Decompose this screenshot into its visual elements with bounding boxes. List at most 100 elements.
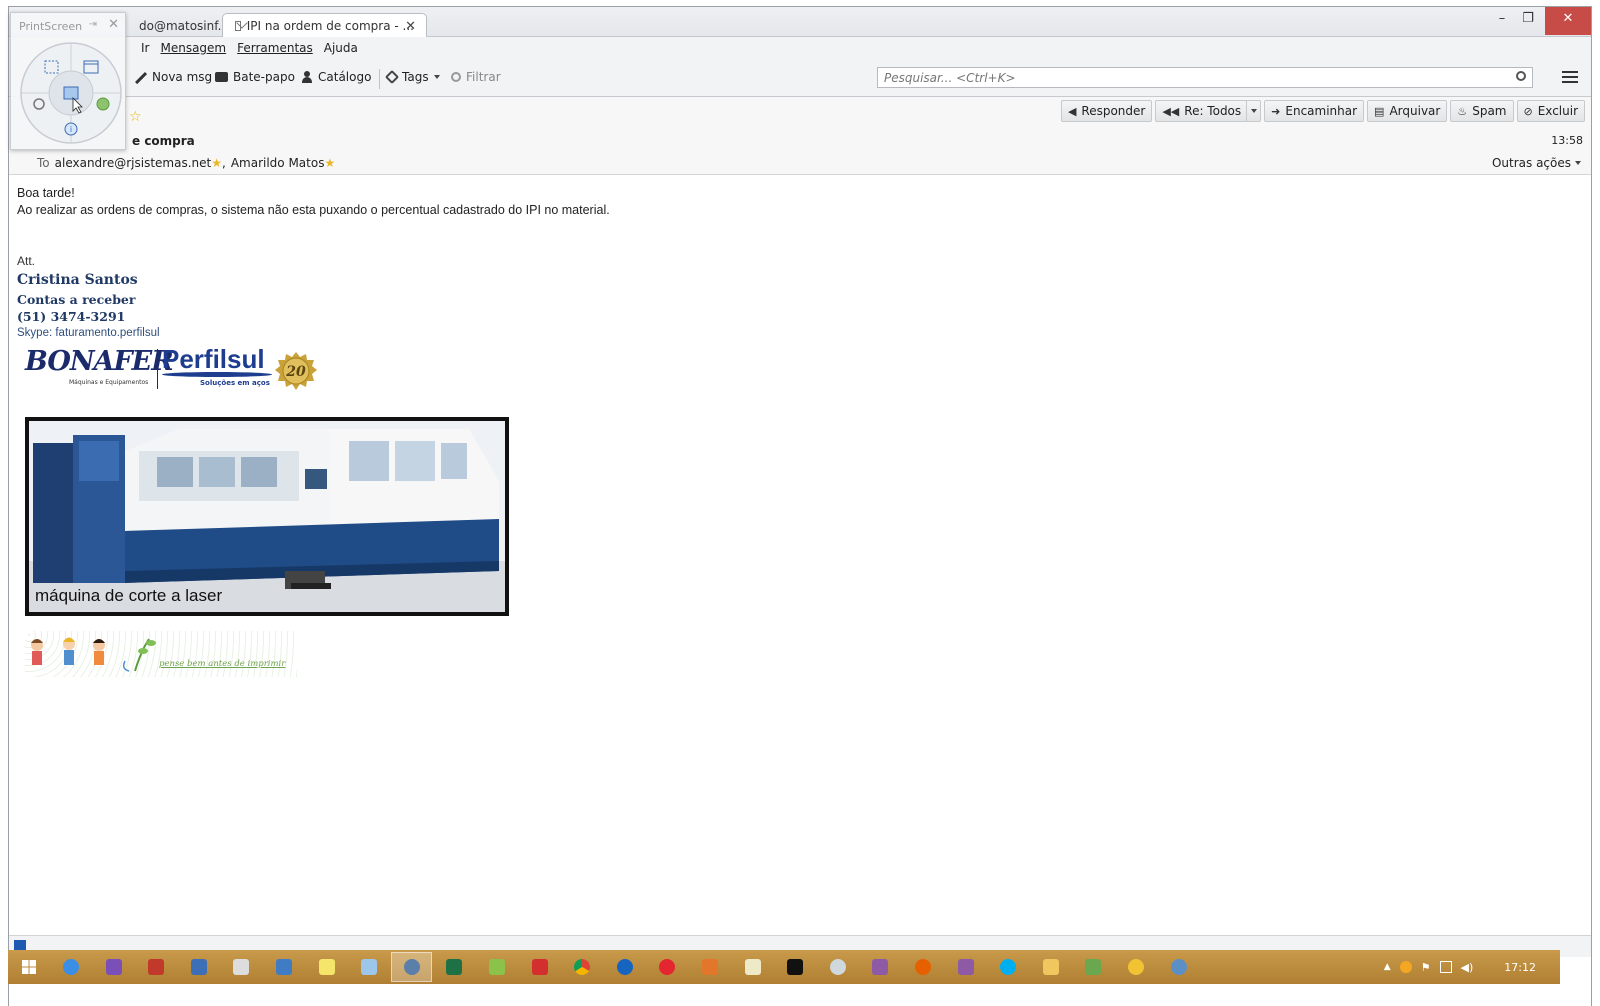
opera-icon: [659, 959, 676, 975]
taskbar-opera[interactable]: [647, 952, 688, 982]
taskbar-network[interactable]: [178, 952, 219, 982]
flag-icon[interactable]: ⚑: [1421, 961, 1431, 974]
filter-button[interactable]: Filtrar: [451, 70, 501, 84]
taskbar-visual-studio[interactable]: [93, 952, 134, 982]
winrar-icon: [957, 959, 974, 975]
printscreen-title: PrintScreen: [19, 20, 83, 33]
menu-mensagem[interactable]: Mensagem: [160, 41, 226, 55]
reply-all-dropdown[interactable]: [1246, 101, 1260, 121]
star-icon[interactable]: ★: [324, 156, 335, 170]
app-menu-button[interactable]: [1562, 71, 1578, 86]
taskbar-calculator[interactable]: [221, 952, 262, 982]
minimize-button[interactable]: –: [1489, 7, 1515, 35]
recipient-2[interactable]: Amarildo Matos★: [231, 156, 335, 170]
bonafer-logo-subtitle: Máquinas e Equipamentos: [69, 379, 149, 386]
taskbar-firefox[interactable]: [902, 952, 943, 982]
taskbar-cmd[interactable]: [775, 952, 816, 982]
perfilsul-logo-subtitle: Soluções em aços: [200, 379, 270, 387]
firefox-icon: [914, 959, 931, 975]
search-input[interactable]: Pesquisar... <Ctrl+K>: [877, 67, 1533, 88]
chat-button[interactable]: Bate-papo: [215, 70, 295, 84]
pin-icon[interactable]: ⇥: [89, 19, 97, 30]
taskbar-excel[interactable]: [434, 952, 475, 982]
flame-icon: ♨: [1457, 104, 1468, 118]
catalog-label: Catálogo: [318, 70, 372, 84]
taskbar-ie[interactable]: [51, 952, 92, 982]
menu-ajuda[interactable]: Ajuda: [324, 41, 358, 55]
menu-ferramentas[interactable]: Ferramentas: [237, 41, 313, 55]
close-tab-icon[interactable]: ✕: [405, 19, 416, 34]
menu-ir[interactable]: Ir: [141, 41, 149, 55]
new-message-button[interactable]: Nova msg: [132, 69, 213, 85]
perfilsul-logo: Perfilsul Soluções em aços: [162, 345, 274, 391]
taskbar-edge[interactable]: [604, 952, 645, 982]
start-button[interactable]: [8, 952, 49, 982]
tags-button[interactable]: Tags: [384, 69, 440, 85]
recipient-1[interactable]: alexandre@rjsistemas.net★,: [55, 156, 226, 170]
tab-label: IPI na ordem de compra - ...: [246, 19, 414, 33]
forward-button[interactable]: ➜ Encaminhar: [1264, 100, 1365, 122]
taskbar-regedit[interactable]: [264, 952, 305, 982]
archive-label: Arquivar: [1389, 104, 1441, 118]
catalog-button[interactable]: Catálogo: [301, 70, 371, 84]
taskbar-disk[interactable]: [817, 952, 858, 982]
archive-button[interactable]: ▤ Arquivar: [1367, 100, 1448, 122]
network-tray-icon[interactable]: [1439, 961, 1452, 973]
delete-button[interactable]: ⊘ Excluir: [1516, 100, 1585, 122]
tag-icon: [384, 69, 400, 85]
reply-all-button[interactable]: ◀◀ Re: Todos: [1155, 100, 1262, 122]
acrobat-icon: [531, 959, 548, 975]
reply-all-icon: ◀◀: [1162, 104, 1180, 118]
taskbar-sticky-notes[interactable]: [306, 952, 347, 982]
tray-app-icon[interactable]: [1399, 961, 1412, 973]
taskbar-acrobat[interactable]: [519, 952, 560, 982]
reply-button[interactable]: ◀ Responder: [1060, 100, 1153, 122]
spam-button[interactable]: ♨ Spam: [1450, 100, 1514, 122]
taskbar-notes[interactable]: [349, 952, 390, 982]
delete-icon: ⊘: [1523, 104, 1533, 118]
star-icon[interactable]: ★: [211, 156, 222, 170]
winrar-icon: [872, 959, 889, 975]
image-caption: máquina de corte a laser: [35, 586, 223, 605]
taskbar-notepad[interactable]: [732, 952, 773, 982]
taskbar-gadget[interactable]: [1073, 952, 1114, 982]
volume-icon[interactable]: ◀): [1461, 961, 1474, 974]
windows-icon: [21, 960, 36, 974]
taskbar-filezilla[interactable]: [136, 952, 177, 982]
svg-text:i: i: [70, 125, 72, 134]
seal-number: 20: [285, 364, 306, 380]
chevron-down-icon: [1250, 109, 1257, 113]
visual-studio-icon: [105, 959, 122, 975]
more-actions-button[interactable]: Outras ações: [1492, 156, 1581, 170]
taskbar-chrome-alt[interactable]: [391, 952, 433, 982]
taskbar-android[interactable]: [477, 952, 518, 982]
taskbar-soft[interactable]: [1115, 952, 1156, 982]
new-message-label: Nova msg: [152, 70, 213, 84]
online-status-icon[interactable]: [14, 940, 26, 950]
taskbar-winrar-2[interactable]: [945, 952, 986, 982]
message-header: ☆ ◀ Responder ◀◀ Re: Todos ➜ Encaminhar …: [9, 97, 1591, 175]
close-icon[interactable]: ✕: [108, 17, 119, 32]
reply-label: Responder: [1081, 104, 1146, 118]
taskbar-explorer[interactable]: [1030, 952, 1071, 982]
taskbar-skype[interactable]: [988, 952, 1029, 982]
taskbar-chrome[interactable]: [562, 952, 603, 982]
restore-button[interactable]: ❐: [1515, 7, 1541, 35]
search-icon[interactable]: [1516, 71, 1526, 81]
eco-banner: pense bem antes de imprimir: [25, 631, 297, 677]
show-hidden-icons-icon[interactable]: ▲: [1384, 962, 1391, 972]
edge-icon: [616, 959, 633, 975]
close-window-button[interactable]: ✕: [1545, 7, 1591, 35]
tab-message[interactable]: IPI na ordem de compra - ... ✕: [222, 13, 427, 38]
taskbar-matlab[interactable]: [690, 952, 731, 982]
capture-mode-wheel[interactable]: i: [19, 41, 123, 145]
folder-icon: [1042, 959, 1059, 975]
taskbar-winrar[interactable]: [860, 952, 901, 982]
star-icon[interactable]: ☆: [129, 109, 142, 125]
address-book-icon: [301, 71, 313, 83]
reply-icon: ◀: [1067, 104, 1077, 118]
tab-inbox[interactable]: do@matosinf...: [127, 13, 229, 38]
menu-bar: Ir Mensagem Ferramentas Ajuda: [9, 37, 1591, 59]
system-clock[interactable]: 17:12: [1504, 961, 1536, 974]
taskbar-thunderbird[interactable]: [1158, 952, 1199, 982]
